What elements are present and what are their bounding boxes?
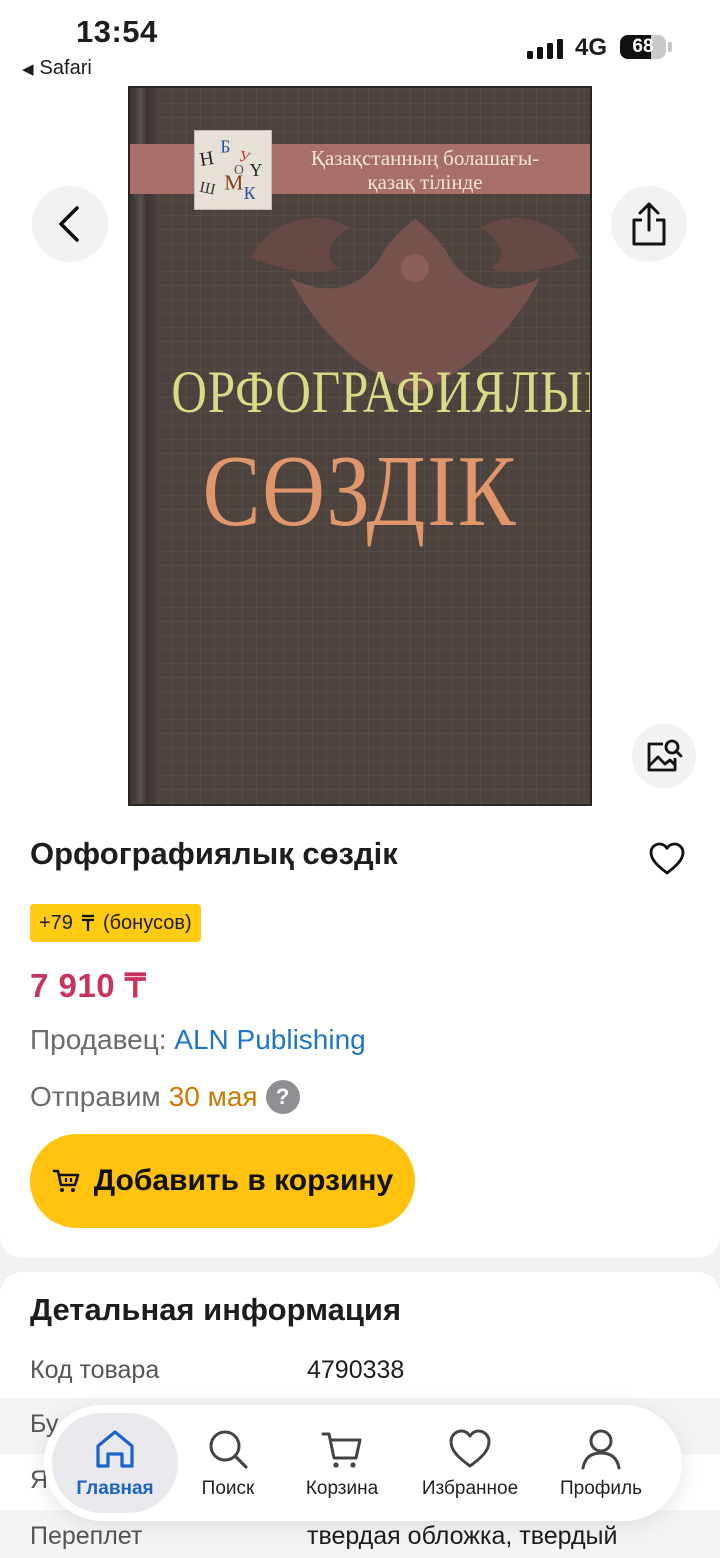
tab-search-label: Поиск <box>201 1478 255 1499</box>
tab-favorites-label: Избранное <box>421 1478 519 1499</box>
cover-series-text: Қазақстанның болашағы- қазақ тілінде <box>280 146 570 194</box>
back-button[interactable] <box>32 186 108 262</box>
favorite-heart-icon[interactable] <box>648 840 686 878</box>
seller-label: Продавец: <box>30 1024 167 1055</box>
cover-title-line1: ОРФОГРАФИЯЛЫҚ <box>171 359 592 425</box>
back-to-safari[interactable]: ◀ Safari <box>22 57 92 80</box>
tab-home-label: Главная <box>76 1478 154 1499</box>
product-price: 7 910 ₸ <box>30 967 147 1004</box>
bonus-badge: +79 (бонусов) <box>30 904 201 942</box>
network-type: 4G <box>575 34 608 61</box>
back-triangle-icon: ◀ <box>22 60 34 78</box>
add-to-cart-label: Добавить в корзину <box>93 1164 394 1197</box>
bonus-amount: +79 <box>39 911 73 934</box>
chevron-left-icon <box>59 206 79 242</box>
detail-value: твердая обложка, твердый <box>307 1522 618 1550</box>
product-title: Орфографиялық сөздік <box>30 836 398 871</box>
heart-icon <box>449 1429 491 1468</box>
details-heading: Детальная информация <box>30 1292 402 1327</box>
bottom-tab-bar: Главная Поиск Корзина Избранное Профиль <box>44 1405 682 1521</box>
status-time: 13:54 <box>76 14 158 49</box>
battery-icon: 68 <box>620 35 666 59</box>
detail-key: Переплет <box>30 1522 143 1550</box>
signal-icon <box>527 37 563 59</box>
share-icon <box>632 202 666 246</box>
svg-text:Н: Н <box>198 148 215 171</box>
cover-series-line2: қазақ тілінде <box>367 170 483 194</box>
back-app-label: Safari <box>39 57 92 79</box>
battery-tip <box>668 42 672 52</box>
product-info-card: Орфографиялық сөздік +79 (бонусов) 7 910… <box>0 816 720 1258</box>
ship-label: Отправим <box>30 1081 161 1112</box>
cart-icon <box>321 1432 362 1468</box>
svg-text:О: О <box>234 162 244 177</box>
detail-key: Код товара <box>30 1356 160 1384</box>
home-icon <box>96 1430 134 1468</box>
detail-row: Код товара 4790338 <box>0 1344 720 1400</box>
image-search-icon <box>647 739 683 772</box>
detail-value: 4790338 <box>307 1356 405 1384</box>
book-cover-image: Н Б У Ү Ш М К О Қазақстанның болашағы- қ… <box>128 86 592 806</box>
image-search-button[interactable] <box>632 724 696 788</box>
share-button[interactable] <box>611 186 687 262</box>
battery-level: 68 <box>632 36 654 57</box>
ship-date: 30 мая <box>168 1081 258 1112</box>
tab-profile[interactable]: Профиль <box>538 1413 664 1513</box>
bonus-currency-icon <box>81 914 94 931</box>
seller-link[interactable]: ALN Publishing <box>174 1024 365 1055</box>
help-icon[interactable]: ? <box>265 1080 300 1114</box>
cover-series-line1: Қазақстанның болашағы- <box>310 146 540 170</box>
shipping-line: Отправим 30 мая ? <box>30 1080 300 1114</box>
svg-text:Б: Б <box>220 136 230 156</box>
seller-line: Продавец: ALN Publishing <box>30 1024 366 1056</box>
profile-icon <box>581 1429 621 1470</box>
cart-icon <box>52 1169 80 1192</box>
tab-cart-label: Корзина <box>305 1478 379 1499</box>
cover-title-line2: СӨЗДІК <box>202 435 518 548</box>
tab-cart[interactable]: Корзина <box>279 1413 405 1513</box>
search-icon <box>209 1430 248 1469</box>
tab-search[interactable]: Поиск <box>165 1413 291 1513</box>
add-to-cart-button[interactable]: Добавить в корзину <box>30 1134 415 1228</box>
bonus-label: (бонусов) <box>102 911 192 934</box>
svg-text:Ш: Ш <box>198 179 217 199</box>
book-spine <box>130 88 158 804</box>
tab-profile-label: Профиль <box>559 1478 643 1499</box>
tab-favorites[interactable]: Избранное <box>407 1413 533 1513</box>
tab-home[interactable]: Главная <box>52 1413 178 1513</box>
status-bar: 13:54 ◀ Safari 4G 68 <box>0 0 720 86</box>
product-gallery[interactable]: Н Б У Ү Ш М К О Қазақстанның болашағы- қ… <box>0 86 720 816</box>
svg-text:Ү: Ү <box>250 160 263 180</box>
